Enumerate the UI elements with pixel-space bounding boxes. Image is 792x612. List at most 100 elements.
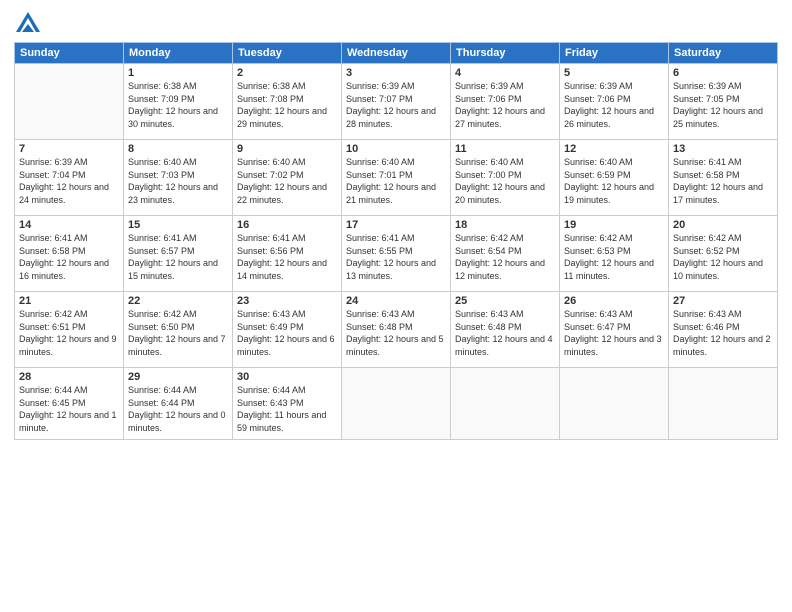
day-number: 19 bbox=[564, 219, 664, 231]
calendar-cell: 4Sunrise: 6:39 AMSunset: 7:06 PMDaylight… bbox=[451, 64, 560, 140]
week-row-3: 21Sunrise: 6:42 AMSunset: 6:51 PMDayligh… bbox=[15, 292, 778, 368]
day-number: 12 bbox=[564, 143, 664, 155]
calendar-cell: 26Sunrise: 6:43 AMSunset: 6:47 PMDayligh… bbox=[560, 292, 669, 368]
calendar-cell: 29Sunrise: 6:44 AMSunset: 6:44 PMDayligh… bbox=[124, 368, 233, 440]
col-header-wednesday: Wednesday bbox=[342, 43, 451, 64]
col-header-saturday: Saturday bbox=[669, 43, 778, 64]
day-info: Sunrise: 6:38 AMSunset: 7:08 PMDaylight:… bbox=[237, 80, 337, 130]
week-row-2: 14Sunrise: 6:41 AMSunset: 6:58 PMDayligh… bbox=[15, 216, 778, 292]
day-number: 3 bbox=[346, 67, 446, 79]
day-info: Sunrise: 6:40 AMSunset: 7:01 PMDaylight:… bbox=[346, 156, 446, 206]
calendar-cell: 5Sunrise: 6:39 AMSunset: 7:06 PMDaylight… bbox=[560, 64, 669, 140]
day-info: Sunrise: 6:39 AMSunset: 7:06 PMDaylight:… bbox=[564, 80, 664, 130]
calendar-cell: 14Sunrise: 6:41 AMSunset: 6:58 PMDayligh… bbox=[15, 216, 124, 292]
calendar-cell bbox=[669, 368, 778, 440]
calendar-cell: 20Sunrise: 6:42 AMSunset: 6:52 PMDayligh… bbox=[669, 216, 778, 292]
calendar-cell: 30Sunrise: 6:44 AMSunset: 6:43 PMDayligh… bbox=[233, 368, 342, 440]
day-number: 8 bbox=[128, 143, 228, 155]
day-info: Sunrise: 6:41 AMSunset: 6:57 PMDaylight:… bbox=[128, 232, 228, 282]
calendar-cell: 21Sunrise: 6:42 AMSunset: 6:51 PMDayligh… bbox=[15, 292, 124, 368]
day-info: Sunrise: 6:43 AMSunset: 6:48 PMDaylight:… bbox=[346, 308, 446, 358]
day-number: 26 bbox=[564, 295, 664, 307]
day-number: 28 bbox=[19, 371, 119, 383]
day-number: 18 bbox=[455, 219, 555, 231]
day-info: Sunrise: 6:41 AMSunset: 6:55 PMDaylight:… bbox=[346, 232, 446, 282]
day-info: Sunrise: 6:42 AMSunset: 6:52 PMDaylight:… bbox=[673, 232, 773, 282]
calendar-cell: 12Sunrise: 6:40 AMSunset: 6:59 PMDayligh… bbox=[560, 140, 669, 216]
day-number: 2 bbox=[237, 67, 337, 79]
calendar-cell: 19Sunrise: 6:42 AMSunset: 6:53 PMDayligh… bbox=[560, 216, 669, 292]
calendar-cell bbox=[451, 368, 560, 440]
day-info: Sunrise: 6:44 AMSunset: 6:44 PMDaylight:… bbox=[128, 384, 228, 434]
calendar-cell: 25Sunrise: 6:43 AMSunset: 6:48 PMDayligh… bbox=[451, 292, 560, 368]
week-row-1: 7Sunrise: 6:39 AMSunset: 7:04 PMDaylight… bbox=[15, 140, 778, 216]
calendar-cell bbox=[342, 368, 451, 440]
day-number: 30 bbox=[237, 371, 337, 383]
col-header-tuesday: Tuesday bbox=[233, 43, 342, 64]
day-info: Sunrise: 6:39 AMSunset: 7:06 PMDaylight:… bbox=[455, 80, 555, 130]
calendar-cell bbox=[560, 368, 669, 440]
calendar-cell: 22Sunrise: 6:42 AMSunset: 6:50 PMDayligh… bbox=[124, 292, 233, 368]
day-number: 11 bbox=[455, 143, 555, 155]
day-number: 20 bbox=[673, 219, 773, 231]
calendar-cell: 13Sunrise: 6:41 AMSunset: 6:58 PMDayligh… bbox=[669, 140, 778, 216]
calendar-cell: 28Sunrise: 6:44 AMSunset: 6:45 PMDayligh… bbox=[15, 368, 124, 440]
day-info: Sunrise: 6:40 AMSunset: 7:02 PMDaylight:… bbox=[237, 156, 337, 206]
day-number: 16 bbox=[237, 219, 337, 231]
day-number: 4 bbox=[455, 67, 555, 79]
day-info: Sunrise: 6:43 AMSunset: 6:48 PMDaylight:… bbox=[455, 308, 555, 358]
day-number: 22 bbox=[128, 295, 228, 307]
day-number: 7 bbox=[19, 143, 119, 155]
calendar-cell: 18Sunrise: 6:42 AMSunset: 6:54 PMDayligh… bbox=[451, 216, 560, 292]
logo bbox=[14, 10, 45, 38]
day-info: Sunrise: 6:40 AMSunset: 6:59 PMDaylight:… bbox=[564, 156, 664, 206]
day-number: 29 bbox=[128, 371, 228, 383]
day-info: Sunrise: 6:38 AMSunset: 7:09 PMDaylight:… bbox=[128, 80, 228, 130]
day-number: 9 bbox=[237, 143, 337, 155]
calendar-cell: 7Sunrise: 6:39 AMSunset: 7:04 PMDaylight… bbox=[15, 140, 124, 216]
col-header-friday: Friday bbox=[560, 43, 669, 64]
calendar-cell: 15Sunrise: 6:41 AMSunset: 6:57 PMDayligh… bbox=[124, 216, 233, 292]
day-number: 1 bbox=[128, 67, 228, 79]
week-row-4: 28Sunrise: 6:44 AMSunset: 6:45 PMDayligh… bbox=[15, 368, 778, 440]
calendar-cell: 24Sunrise: 6:43 AMSunset: 6:48 PMDayligh… bbox=[342, 292, 451, 368]
day-info: Sunrise: 6:44 AMSunset: 6:45 PMDaylight:… bbox=[19, 384, 119, 434]
page-container: SundayMondayTuesdayWednesdayThursdayFrid… bbox=[0, 0, 792, 448]
header-row: SundayMondayTuesdayWednesdayThursdayFrid… bbox=[15, 43, 778, 64]
calendar-cell: 3Sunrise: 6:39 AMSunset: 7:07 PMDaylight… bbox=[342, 64, 451, 140]
day-number: 17 bbox=[346, 219, 446, 231]
day-info: Sunrise: 6:40 AMSunset: 7:03 PMDaylight:… bbox=[128, 156, 228, 206]
calendar-cell: 11Sunrise: 6:40 AMSunset: 7:00 PMDayligh… bbox=[451, 140, 560, 216]
day-info: Sunrise: 6:39 AMSunset: 7:07 PMDaylight:… bbox=[346, 80, 446, 130]
day-info: Sunrise: 6:41 AMSunset: 6:58 PMDaylight:… bbox=[19, 232, 119, 282]
day-number: 24 bbox=[346, 295, 446, 307]
col-header-sunday: Sunday bbox=[15, 43, 124, 64]
day-info: Sunrise: 6:41 AMSunset: 6:58 PMDaylight:… bbox=[673, 156, 773, 206]
day-number: 25 bbox=[455, 295, 555, 307]
day-info: Sunrise: 6:43 AMSunset: 6:46 PMDaylight:… bbox=[673, 308, 773, 358]
calendar-cell bbox=[15, 64, 124, 140]
day-number: 21 bbox=[19, 295, 119, 307]
calendar-cell: 10Sunrise: 6:40 AMSunset: 7:01 PMDayligh… bbox=[342, 140, 451, 216]
calendar-cell: 17Sunrise: 6:41 AMSunset: 6:55 PMDayligh… bbox=[342, 216, 451, 292]
day-number: 13 bbox=[673, 143, 773, 155]
calendar-cell: 1Sunrise: 6:38 AMSunset: 7:09 PMDaylight… bbox=[124, 64, 233, 140]
day-number: 5 bbox=[564, 67, 664, 79]
day-info: Sunrise: 6:41 AMSunset: 6:56 PMDaylight:… bbox=[237, 232, 337, 282]
day-info: Sunrise: 6:42 AMSunset: 6:50 PMDaylight:… bbox=[128, 308, 228, 358]
day-number: 15 bbox=[128, 219, 228, 231]
day-info: Sunrise: 6:42 AMSunset: 6:54 PMDaylight:… bbox=[455, 232, 555, 282]
calendar-cell: 23Sunrise: 6:43 AMSunset: 6:49 PMDayligh… bbox=[233, 292, 342, 368]
day-number: 27 bbox=[673, 295, 773, 307]
calendar-cell: 6Sunrise: 6:39 AMSunset: 7:05 PMDaylight… bbox=[669, 64, 778, 140]
day-info: Sunrise: 6:39 AMSunset: 7:04 PMDaylight:… bbox=[19, 156, 119, 206]
week-row-0: 1Sunrise: 6:38 AMSunset: 7:09 PMDaylight… bbox=[15, 64, 778, 140]
col-header-thursday: Thursday bbox=[451, 43, 560, 64]
calendar-cell: 9Sunrise: 6:40 AMSunset: 7:02 PMDaylight… bbox=[233, 140, 342, 216]
calendar-table: SundayMondayTuesdayWednesdayThursdayFrid… bbox=[14, 42, 778, 440]
calendar-cell: 27Sunrise: 6:43 AMSunset: 6:46 PMDayligh… bbox=[669, 292, 778, 368]
day-info: Sunrise: 6:40 AMSunset: 7:00 PMDaylight:… bbox=[455, 156, 555, 206]
day-number: 6 bbox=[673, 67, 773, 79]
calendar-cell: 16Sunrise: 6:41 AMSunset: 6:56 PMDayligh… bbox=[233, 216, 342, 292]
calendar-cell: 2Sunrise: 6:38 AMSunset: 7:08 PMDaylight… bbox=[233, 64, 342, 140]
